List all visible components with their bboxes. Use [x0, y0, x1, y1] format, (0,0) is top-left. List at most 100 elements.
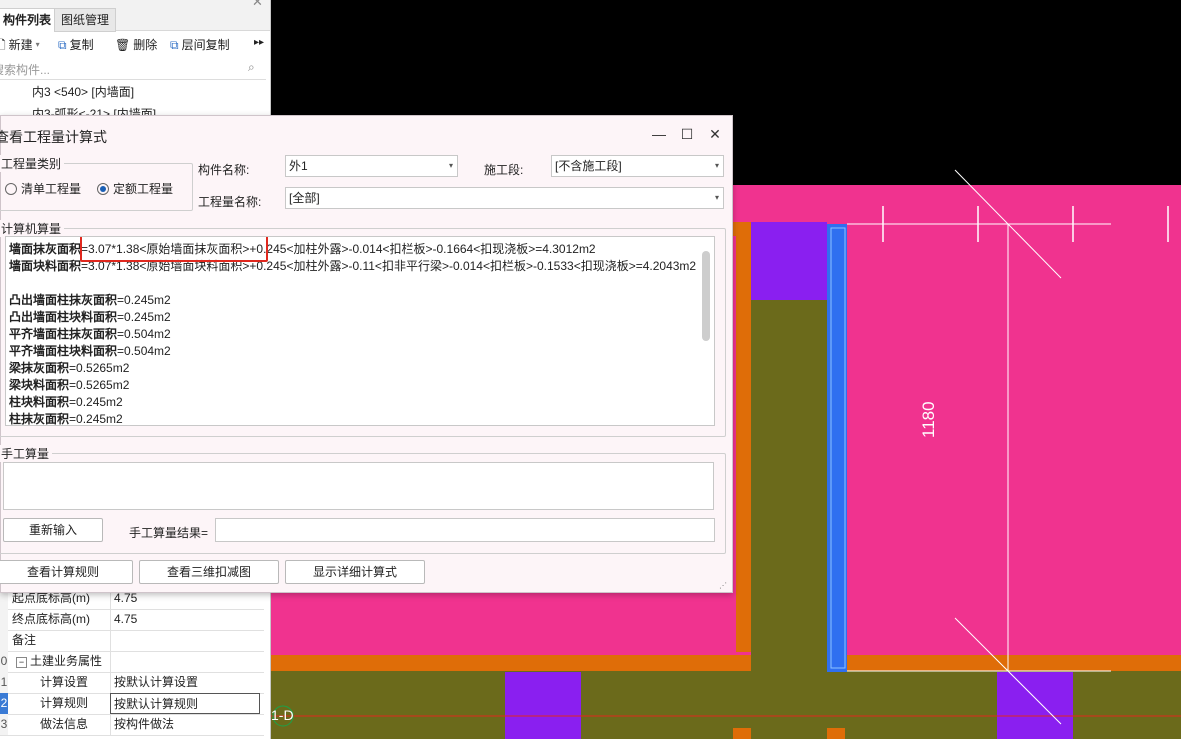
column-purple-bottom-2 [997, 672, 1073, 739]
trash-icon: 🗑 [115, 38, 131, 52]
wall-band [271, 655, 1181, 671]
formula-name: 柱块料面积 [9, 395, 70, 409]
formula-name: 墙面块料面积 [9, 259, 82, 273]
radio-list-qty[interactable]: 清单工程量 [5, 180, 81, 197]
qty-name-select[interactable]: [全部] ▾ [285, 187, 724, 209]
property-name: 备注 [12, 633, 37, 647]
property-value[interactable]: 按构件做法 [110, 714, 260, 735]
formula-expression: =0.245m2 [69, 395, 123, 409]
selected-wall-strip [827, 224, 847, 672]
scrollbar-thumb[interactable] [702, 251, 710, 341]
component-search[interactable]: 搜索构件... ⌕ [0, 59, 266, 80]
qty-name-label: 工程量名称: [198, 195, 262, 209]
row-number: 3 [0, 714, 8, 735]
formula-name: 凸出墙面柱抹灰面积 [9, 293, 118, 307]
tab-drawing-management[interactable]: 图纸管理 [54, 8, 117, 32]
construction-section-label: 施工段: [484, 163, 524, 177]
manual-result-field[interactable] [215, 518, 715, 542]
component-name-select[interactable]: 外1 ▾ [285, 155, 458, 177]
floor-copy-button-label: 层间复制 [181, 38, 230, 52]
panel-tabbar: 构件列表 图纸管理 ✕ [0, 0, 270, 32]
new-file-icon: 🗋 [0, 36, 6, 54]
view-rules-button[interactable]: 查看计算规则 [0, 560, 133, 584]
property-name: − 土建业务属性 [16, 651, 114, 672]
formula-line: 平齐墙面柱抹灰面积=0.504m2 [9, 326, 699, 343]
highlight-box [80, 237, 268, 262]
property-name: 计算规则 [40, 696, 89, 710]
close-icon[interactable]: ✕ [252, 0, 263, 10]
search-input[interactable]: 搜索构件... [0, 61, 50, 78]
formula-name: 墙面抹灰面积 [9, 242, 82, 256]
table-row[interactable]: 2 计算规则 按默认计算规则 [0, 693, 264, 715]
formula-name: 平齐墙面柱块料面积 [9, 344, 118, 358]
formula-text-area[interactable]: 墙面抹灰面积=3.07*1.38<原始墙面抹灰面积>+0.245<加柱外露>-0… [5, 236, 715, 426]
radio-button-selected[interactable] [97, 182, 109, 195]
chevron-down-icon: ▾ [35, 40, 40, 49]
construction-section-select[interactable]: [不含施工段] ▾ [551, 155, 724, 177]
axis-label: 1-D [271, 707, 294, 723]
formula-name: 梁块料面积 [9, 378, 70, 392]
minimize-icon[interactable]: — [649, 124, 669, 144]
new-button[interactable]: 🗋 新建 ▾ [0, 36, 40, 54]
formula-expression: =0.245m2 [117, 310, 171, 324]
formula-expression: =0.504m2 [117, 327, 171, 341]
column-purple-top [751, 222, 827, 300]
formula-expression: =0.245m2 [69, 412, 123, 426]
floor-copy-icon: ⧉ [170, 38, 179, 52]
resize-grip-icon[interactable]: ⋰ [719, 581, 727, 590]
dimension-label: 1180 [919, 401, 938, 438]
search-icon[interactable]: ⌕ [248, 60, 255, 75]
property-value[interactable] [110, 630, 260, 651]
formula-line: 梁抹灰面积=0.5265m2 [9, 360, 699, 377]
formula-expression: =0.245m2 [117, 293, 171, 307]
formula-expression: =0.504m2 [117, 344, 171, 358]
formula-line: 凸出墙面柱抹灰面积=0.245m2 [9, 292, 699, 309]
small-orange-1 [733, 728, 751, 739]
table-row[interactable]: 备注 [0, 630, 264, 652]
new-button-label: 新建 [8, 38, 33, 52]
qty-name-value: [全部] [289, 191, 320, 205]
floor-copy-button[interactable]: ⧉ 层间复制 [170, 36, 230, 54]
formula-line: 柱块料面积=0.245m2 [9, 394, 699, 411]
property-name: 终点底标高(m) [12, 612, 90, 626]
property-value[interactable]: 按默认计算规则 [110, 693, 260, 714]
property-value [110, 651, 260, 672]
radio-label: 定额工程量 [113, 182, 174, 196]
manual-formula-input[interactable] [3, 462, 714, 510]
tab-component-list[interactable]: 构件列表 [0, 8, 59, 32]
column-purple-bottom-1 [505, 672, 581, 739]
delete-button-label: 删除 [133, 38, 158, 52]
table-row[interactable]: 1 计算设置 按默认计算设置 [0, 672, 264, 694]
dialog-title: 查看工程量计算式 [0, 129, 107, 145]
row-number [0, 630, 8, 651]
formula-name: 凸出墙面柱块料面积 [9, 310, 118, 324]
more-tools-icon[interactable]: ▸▸ [254, 37, 264, 48]
copy-icon: ⧉ [58, 38, 67, 52]
property-value[interactable]: 按默认计算设置 [110, 672, 260, 693]
formula-name: 柱抹灰面积 [9, 412, 70, 426]
maximize-icon[interactable]: ☐ [677, 124, 697, 144]
show-detail-formula-button[interactable]: 显示详细计算式 [285, 560, 425, 584]
component-name-label: 构件名称: [198, 163, 250, 177]
table-row[interactable]: 终点底标高(m) 4.75 [0, 609, 264, 631]
small-orange-2 [827, 728, 845, 739]
view-3d-deduction-button[interactable]: 查看三维扣减图 [139, 560, 279, 584]
component-name-value: 外1 [289, 159, 308, 173]
property-value[interactable]: 4.75 [110, 609, 260, 630]
collapse-icon[interactable]: − [16, 657, 27, 668]
radio-quota-qty[interactable]: 定额工程量 [97, 180, 173, 197]
formula-name: 平齐墙面柱抹灰面积 [9, 327, 118, 341]
construction-section-value: [不含施工段] [555, 159, 622, 173]
reinput-button[interactable]: 重新输入 [3, 518, 103, 542]
table-row[interactable]: 3 做法信息 按构件做法 [0, 714, 264, 736]
tree-item-inner3[interactable]: 内3 <540> [内墙面] [32, 82, 134, 102]
copy-button[interactable]: ⧉ 复制 [58, 36, 94, 54]
radio-button[interactable] [5, 182, 17, 195]
close-icon[interactable]: ✕ [705, 124, 725, 144]
table-row[interactable]: 0 − 土建业务属性 [0, 651, 264, 673]
delete-button[interactable]: 🗑 删除 [115, 36, 157, 54]
formula-expression: =0.5265m2 [69, 378, 130, 392]
row-number [0, 609, 8, 630]
group-label: 计算机算量 [0, 220, 65, 237]
formula-line: 平齐墙面柱块料面积=0.504m2 [9, 343, 699, 360]
